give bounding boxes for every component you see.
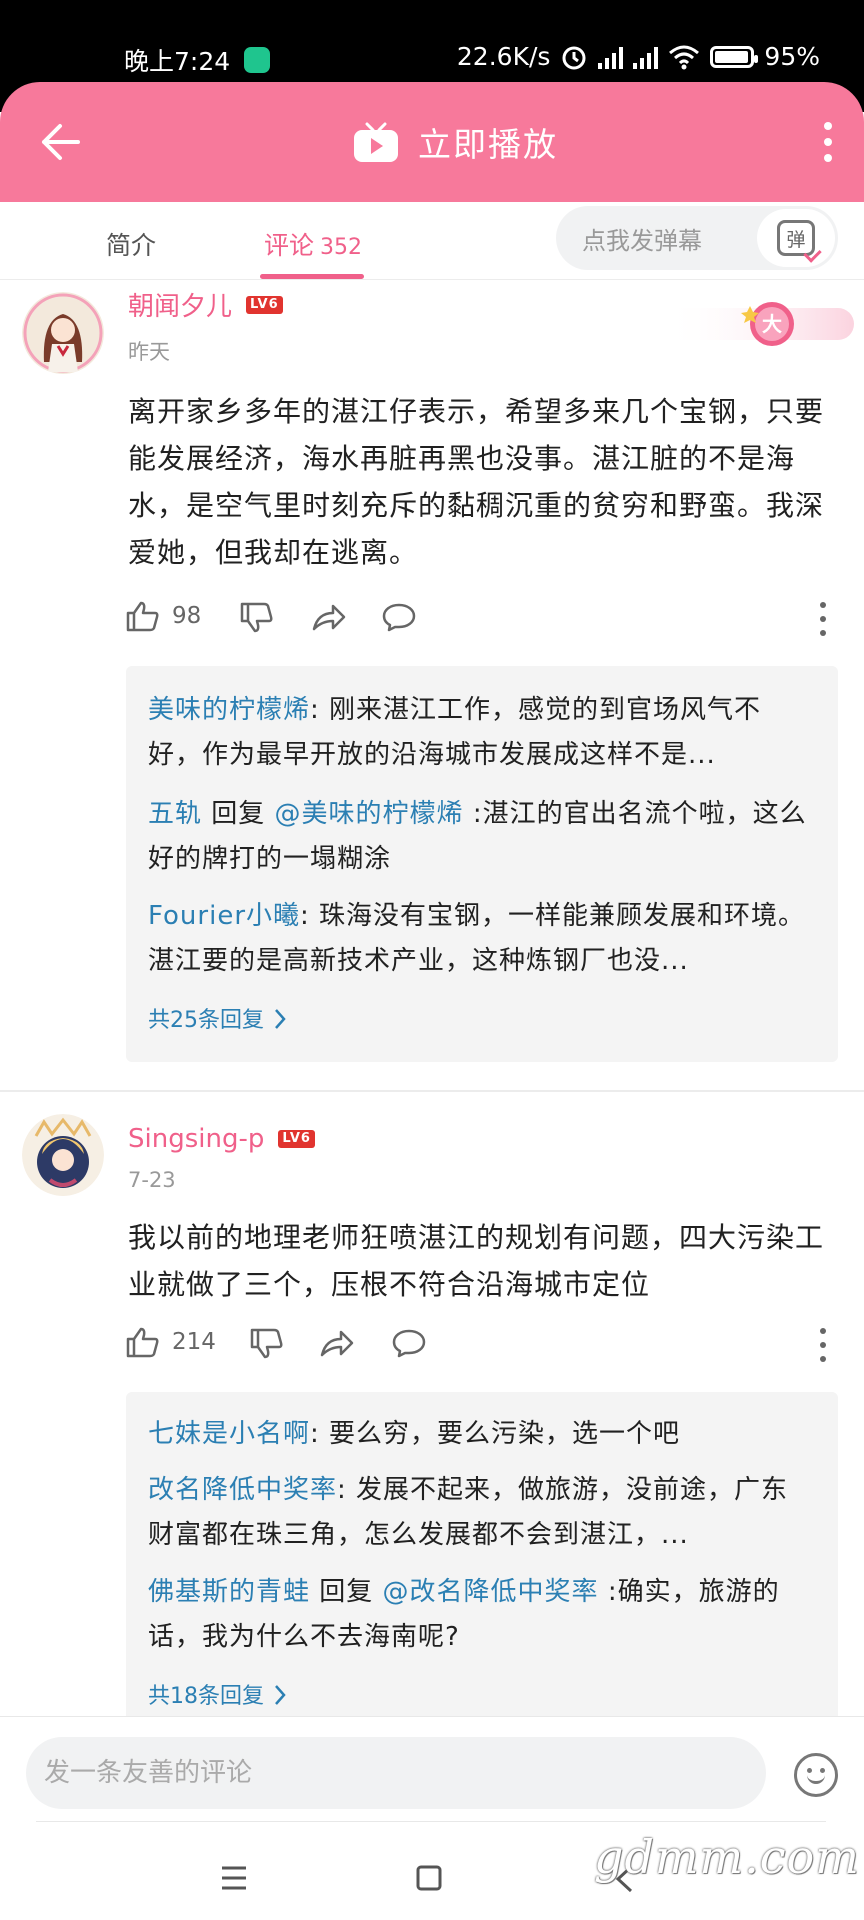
danmu-placeholder: 点我发弹幕 bbox=[582, 226, 702, 255]
like-button[interactable]: 98 bbox=[126, 600, 201, 632]
level-badge: LV6 bbox=[246, 295, 283, 314]
view-all-replies-link[interactable]: 共18条回复 bbox=[148, 1678, 286, 1710]
reply-item[interactable]: 改名降低中奖率: 发展不起来，做旅游，没前途，广东财富都在珠三角，怎么发展都不会… bbox=[148, 1468, 808, 1558]
reply-preview-box[interactable]: 美味的柠檬烯: 刚来湛江工作，感觉的到官场风气不好，作为最早开放的沿海城市发展成… bbox=[126, 666, 838, 1062]
home-nav-icon[interactable] bbox=[416, 1865, 442, 1891]
thumb-up-icon bbox=[126, 1327, 159, 1358]
reply-separator: : bbox=[337, 1475, 357, 1505]
tab-intro[interactable]: 简介 bbox=[106, 226, 156, 262]
view-all-replies-label: 共18条回复 bbox=[148, 1684, 264, 1709]
reply-mention[interactable]: @美味的柠檬烯 bbox=[275, 799, 464, 829]
username-text: Singsing-p bbox=[128, 1124, 265, 1154]
danmu-toggle-button[interactable]: 弹 bbox=[757, 209, 835, 267]
share-icon[interactable] bbox=[320, 1328, 354, 1358]
reply-username[interactable]: 改名降低中奖率 bbox=[148, 1475, 337, 1505]
bottom-bar: 发一条友善的评论 bbox=[0, 1716, 864, 1920]
play-now-button[interactable]: 立即播放 bbox=[352, 118, 558, 166]
comment-more-icon[interactable] bbox=[820, 1328, 828, 1362]
like-count: 214 bbox=[172, 1329, 216, 1355]
comment-input[interactable]: 发一条友善的评论 bbox=[26, 1737, 766, 1809]
comment-time: 7-23 bbox=[128, 1168, 176, 1192]
comment-text: 离开家乡多年的湛江仔表示，希望多来几个宝钢，只要能发展经济，海水再脏再黑也没事。… bbox=[128, 395, 825, 569]
thumb-up-icon bbox=[126, 601, 159, 632]
menu-nav-icon[interactable] bbox=[220, 1865, 248, 1891]
avatar[interactable] bbox=[22, 1114, 104, 1196]
reply-username[interactable]: 美味的柠檬烯 bbox=[148, 695, 310, 725]
app-notification-icon bbox=[244, 47, 271, 73]
like-button[interactable]: 214 bbox=[126, 1326, 216, 1358]
active-tab-indicator bbox=[260, 274, 364, 279]
tv-play-icon bbox=[354, 122, 398, 162]
comment-time: 昨天 bbox=[128, 340, 170, 364]
reply-word: 回复 bbox=[202, 799, 275, 829]
reply-separator: : bbox=[310, 695, 330, 725]
reply-mention[interactable]: @改名降低中奖率 bbox=[383, 1577, 599, 1607]
signal-icon-1 bbox=[598, 45, 624, 69]
tab-comments-label: 评论 bbox=[264, 231, 315, 260]
reply-username[interactable]: 七妹是小名啊 bbox=[148, 1419, 310, 1449]
comment-text: 我以前的地理老师狂喷湛江的规划有问题，四大污染工业就做了三个，压根不符合沿海城市… bbox=[128, 1221, 825, 1301]
top-bar: 立即播放 bbox=[0, 82, 864, 202]
clock-text: 晚上7:24 bbox=[124, 47, 231, 76]
play-now-label: 立即播放 bbox=[418, 125, 558, 164]
reply-preview-box[interactable]: 七妹是小名啊: 要么穷，要么污染，选一个吧 改名降低中奖率: 发展不起来，做旅游… bbox=[126, 1392, 838, 1716]
reply-item[interactable]: Fourier小曦: 珠海没有宝钢，一样能兼顾发展和环境。湛江要的是高新技术产业… bbox=[148, 894, 808, 984]
comment-username[interactable]: 朝闻夕儿 LV6 bbox=[128, 286, 283, 323]
tab-comments[interactable]: 评论 352 bbox=[264, 226, 362, 262]
danmu-input[interactable]: 点我发弹幕 弹 bbox=[556, 206, 838, 270]
danmu-icon: 弹 bbox=[777, 220, 815, 256]
reply-item[interactable]: 五轨 回复 @美味的柠檬烯 :湛江的官出名流个啦，这么好的牌打的一塌糊涂 bbox=[148, 792, 808, 882]
dislike-icon[interactable] bbox=[240, 602, 274, 634]
like-count: 98 bbox=[172, 603, 202, 629]
reply-username[interactable]: 五轨 bbox=[148, 799, 202, 829]
network-speed: 22.6K/s bbox=[456, 42, 551, 71]
battery-icon bbox=[710, 45, 759, 68]
dislike-icon[interactable] bbox=[250, 1328, 284, 1360]
emoji-icon[interactable] bbox=[794, 1753, 838, 1797]
alarm-icon bbox=[562, 46, 586, 69]
reply-separator: : bbox=[300, 901, 320, 931]
reply-comment-icon[interactable] bbox=[382, 602, 416, 632]
view-all-replies-link[interactable]: 共25条回复 bbox=[148, 1002, 286, 1034]
comment-more-icon[interactable] bbox=[820, 602, 828, 636]
decoration-badge-icon: 大 bbox=[664, 302, 854, 346]
comment-username[interactable]: Singsing-p LV6 bbox=[128, 1124, 315, 1154]
reply-username[interactable]: Fourier小曦 bbox=[148, 901, 300, 931]
reply-text: 要么穷，要么污染，选一个吧 bbox=[329, 1419, 681, 1449]
back-arrow-icon[interactable] bbox=[40, 120, 80, 164]
chevron-right-icon bbox=[275, 1009, 286, 1029]
reply-comment-icon[interactable] bbox=[392, 1328, 426, 1358]
comment-count: 352 bbox=[320, 235, 363, 260]
reply-item[interactable]: 佛基斯的青蛙 回复 @改名降低中奖率 :确实，旅游的话，我为什么不去海南呢? bbox=[148, 1570, 808, 1660]
badge-text: 大 bbox=[762, 312, 782, 336]
username-text: 朝闻夕儿 bbox=[128, 292, 233, 322]
comment-actions: 214 bbox=[126, 1326, 838, 1366]
signal-icon-2 bbox=[633, 45, 659, 69]
more-options-icon[interactable] bbox=[822, 122, 834, 162]
watermark: gdmm.com bbox=[594, 1830, 860, 1884]
nav-divider bbox=[36, 1821, 826, 1822]
battery-percent: 95% bbox=[764, 42, 820, 71]
comment-actions: 98 bbox=[126, 600, 838, 640]
share-icon[interactable] bbox=[312, 602, 346, 632]
comment-divider bbox=[0, 1090, 864, 1092]
chevron-right-icon bbox=[275, 1685, 286, 1705]
wifi-icon bbox=[669, 45, 700, 69]
reply-word: 回复 bbox=[310, 1577, 383, 1607]
reply-username[interactable]: 佛基斯的青蛙 bbox=[148, 1577, 310, 1607]
reply-item[interactable]: 七妹是小名啊: 要么穷，要么污染，选一个吧 bbox=[148, 1412, 808, 1457]
reply-separator: : bbox=[310, 1419, 330, 1449]
level-badge: LV6 bbox=[278, 1130, 315, 1148]
reply-item[interactable]: 美味的柠檬烯: 刚来湛江工作，感觉的到官场风气不好，作为最早开放的沿海城市发展成… bbox=[148, 688, 808, 778]
avatar[interactable] bbox=[22, 292, 104, 374]
view-all-replies-label: 共25条回复 bbox=[148, 1008, 264, 1033]
